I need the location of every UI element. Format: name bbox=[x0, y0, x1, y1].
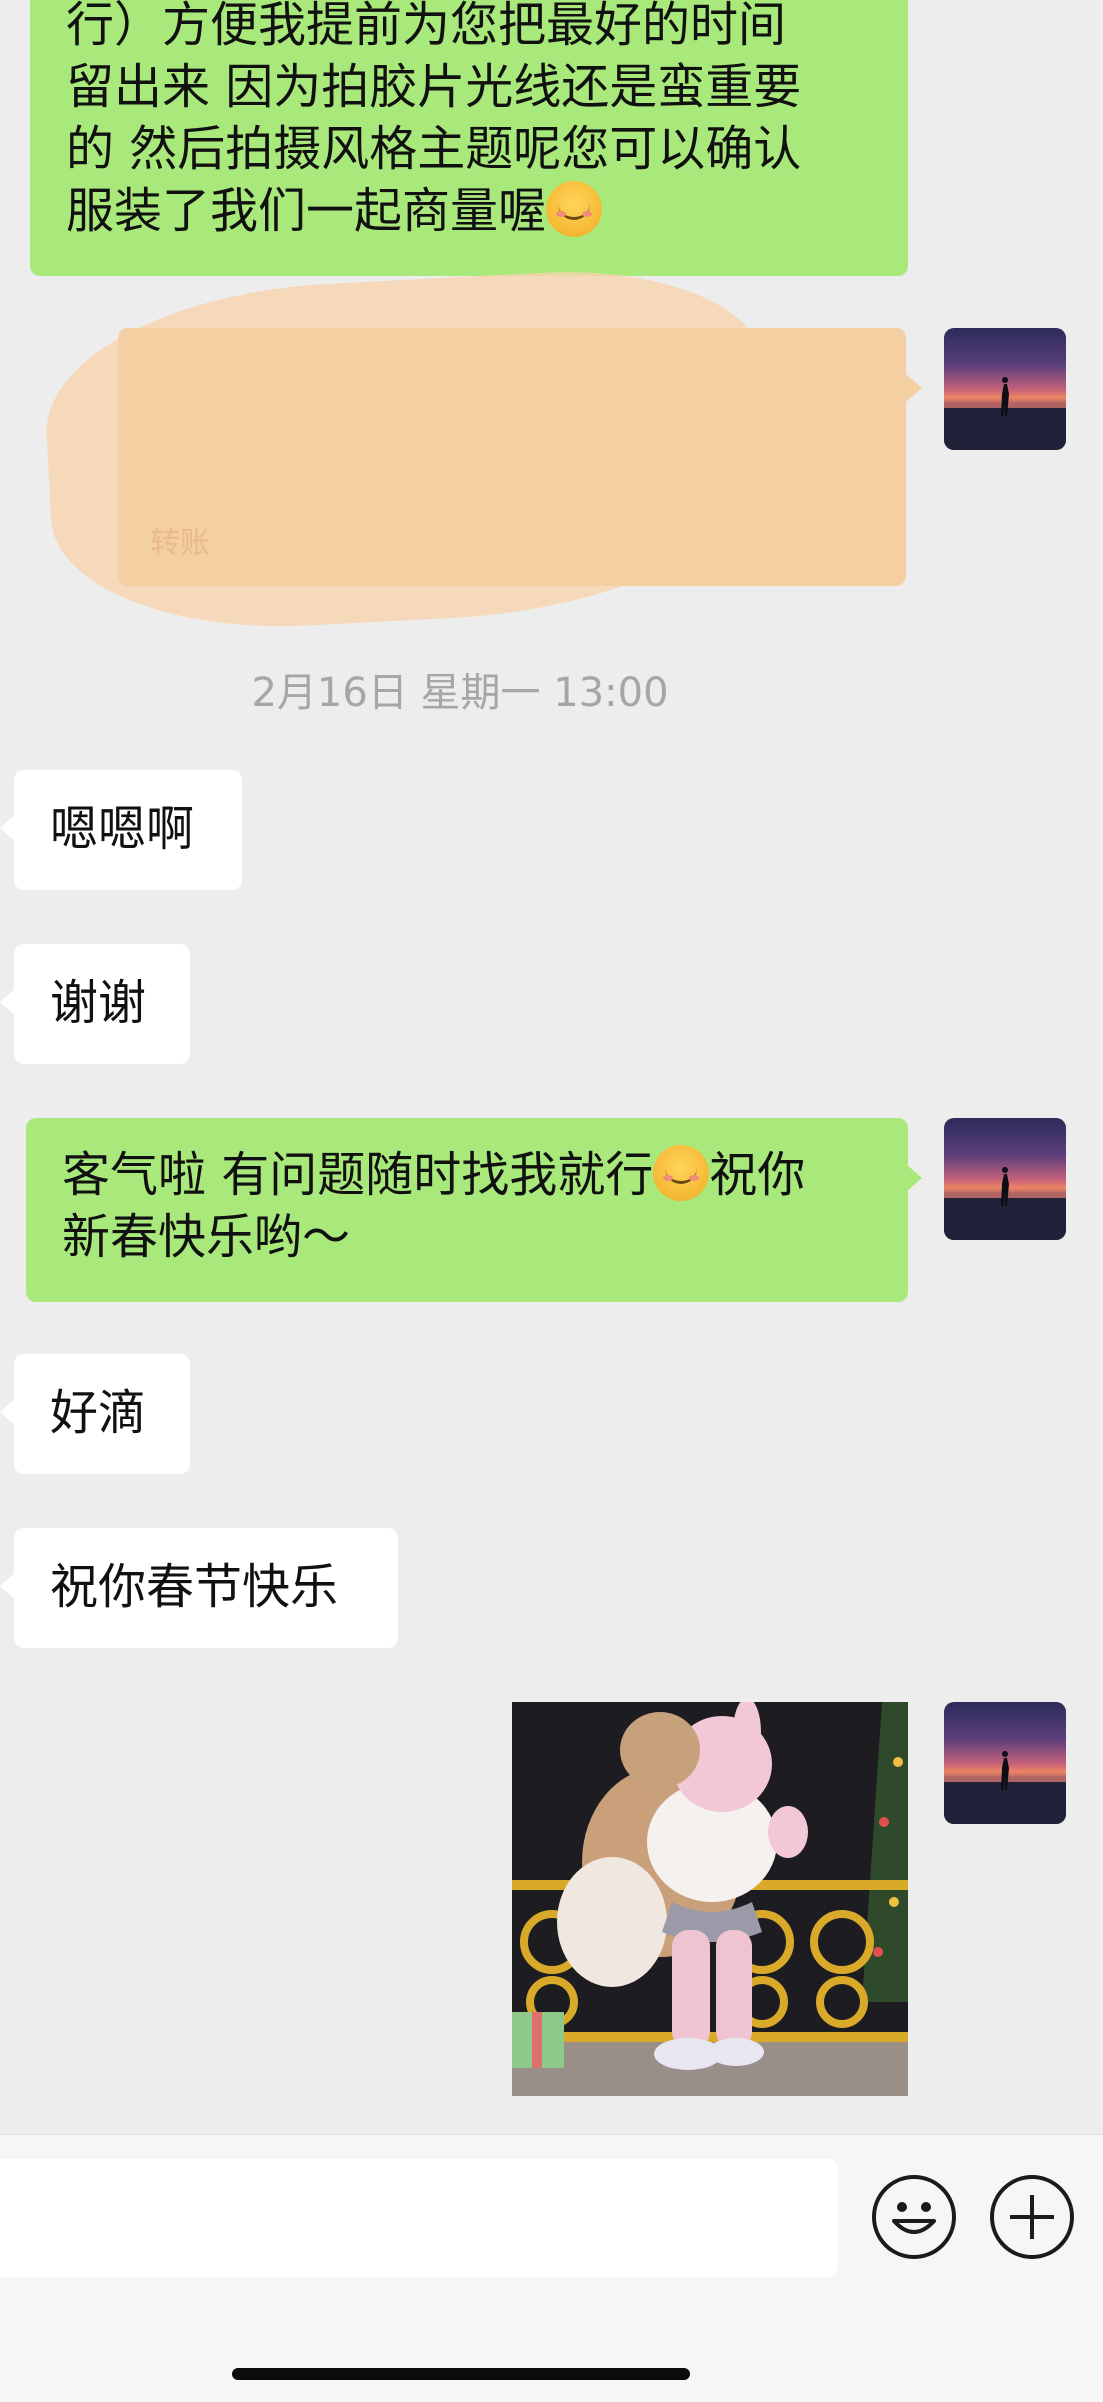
message-text: 好滴 bbox=[50, 1385, 147, 1441]
incoming-message-bubble[interactable]: 谢谢 bbox=[14, 944, 190, 1064]
chat-screen: 行）方便我提前为您把最好的时间 留出来 因为拍胶片光线还是蛮重要 的 然后拍摄风… bbox=[0, 0, 1103, 2402]
outgoing-message-bubble[interactable]: 客气啦 有问题随时找我就行 祝你 新春快乐哟～ bbox=[26, 1118, 908, 1302]
bubble-tail bbox=[906, 374, 922, 402]
message-line: 行）方便我提前为您把最好的时间 bbox=[66, 0, 787, 53]
message-line: 服装了我们一起商量喔 bbox=[66, 180, 872, 242]
input-bar bbox=[0, 2134, 1103, 2402]
smile-face-icon bbox=[892, 2202, 936, 2234]
smiling-face-emoji bbox=[546, 181, 603, 237]
sunset-silhouette-icon bbox=[944, 1751, 1066, 1824]
dancing-bear-sticker[interactable] bbox=[512, 1702, 908, 2096]
outgoing-message-bubble[interactable]: 行）方便我提前为您把最好的时间 留出来 因为拍胶片光线还是蛮重要 的 然后拍摄风… bbox=[30, 0, 908, 276]
plus-circle-icon bbox=[1010, 2195, 1054, 2239]
home-indicator[interactable] bbox=[232, 2368, 690, 2380]
my-avatar[interactable] bbox=[944, 1702, 1066, 1824]
message-text: 祝你春节快乐 bbox=[50, 1559, 339, 1615]
transfer-label: 转账 bbox=[150, 526, 210, 561]
message-line: 留出来 因为拍胶片光线还是蛮重要 bbox=[66, 59, 802, 115]
emoji-button[interactable] bbox=[872, 2175, 956, 2259]
incoming-message-bubble[interactable]: 好滴 bbox=[14, 1354, 190, 1474]
transfer-card[interactable] bbox=[118, 328, 906, 586]
incoming-message-bubble[interactable]: 祝你春节快乐 bbox=[14, 1528, 398, 1648]
message-line: 的 然后拍摄风格主题呢您可以确认 bbox=[66, 121, 802, 177]
sunset-silhouette-icon bbox=[944, 1167, 1066, 1240]
sticker-image bbox=[512, 1702, 908, 2096]
my-avatar[interactable] bbox=[944, 1118, 1066, 1240]
sunset-silhouette-icon bbox=[944, 377, 1066, 450]
message-text: 谢谢 bbox=[50, 975, 147, 1031]
message-line: 客气啦 有问题随时找我就行 祝你 bbox=[62, 1145, 806, 1203]
bubble-tail bbox=[906, 1164, 922, 1192]
chat-timestamp: 2月16日 星期一 13:00 bbox=[251, 670, 669, 716]
more-button[interactable] bbox=[990, 2175, 1074, 2259]
message-input[interactable] bbox=[0, 2159, 838, 2277]
message-text: 嗯嗯啊 bbox=[50, 801, 195, 857]
message-line: 新春快乐哟～ bbox=[62, 1209, 351, 1265]
smiling-face-emoji bbox=[653, 1145, 710, 1201]
incoming-message-bubble[interactable]: 嗯嗯啊 bbox=[14, 770, 242, 890]
my-avatar[interactable] bbox=[944, 328, 1066, 450]
